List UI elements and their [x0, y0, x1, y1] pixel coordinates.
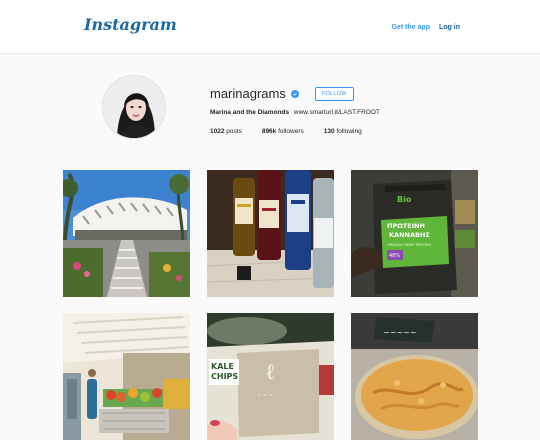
- post-tile-hemp-protein[interactable]: Bio ΠΡΩΤΕΙΝΗ ΚΑΝΝΑΒΗΣ ORGANIC HEMP PROTE…: [351, 170, 478, 297]
- kale-text-line2: CHIPS: [211, 372, 238, 381]
- bio: Marina and the Diamonds www.smarturl.it/…: [210, 109, 380, 116]
- modern-building-photo-icon: [63, 170, 190, 297]
- top-navigation-bar: Instagram Get the app Log in: [0, 0, 540, 54]
- pie-photo-icon: ~~~~~: [351, 313, 478, 440]
- posts-grid: Bio ΠΡΩΤΕΙΝΗ ΚΑΝΝΑΒΗΣ ORGANIC HEMP PROTE…: [63, 170, 478, 440]
- profile-info: marinagrams FOLLOW Marina and the Diamon…: [210, 86, 380, 135]
- bag-brand-text: Bio: [397, 195, 412, 204]
- followers-count-stat[interactable]: 896k followers: [262, 128, 304, 135]
- hemp-protein-bag-photo-icon: Bio ΠΡΩΤΕΙΝΗ ΚΑΝΝΑΒΗΣ ORGANIC HEMP PROTE…: [351, 170, 478, 297]
- get-the-app-link[interactable]: Get the app: [391, 24, 430, 31]
- bag-title-line2: ΚΑΝΝΑΒΗΣ: [389, 231, 430, 239]
- posts-count-stat: 1022 posts: [210, 128, 242, 135]
- full-name: Marina and the Diamonds: [210, 109, 290, 116]
- kale-chips-photo-icon: ℓ ~ ~ ~ KALE CHIPS: [207, 313, 334, 440]
- post-tile-kale-chips[interactable]: ℓ ~ ~ ~ KALE CHIPS: [207, 313, 334, 440]
- market-produce-photo-icon: [63, 313, 190, 440]
- svg-text:~ ~ ~: ~ ~ ~: [257, 393, 273, 399]
- post-tile-pie[interactable]: ~~~~~: [351, 313, 478, 440]
- posts-label: posts: [226, 128, 242, 135]
- login-link[interactable]: Log in: [439, 24, 460, 31]
- post-tile-bottles[interactable]: [207, 170, 334, 297]
- bag-title-line1: ΠΡΩΤΕΙΝΗ: [387, 222, 425, 230]
- verified-badge-icon: [290, 89, 299, 98]
- username-row: marinagrams FOLLOW: [210, 86, 380, 101]
- instagram-logo[interactable]: Instagram: [84, 15, 177, 34]
- kale-text-line1: KALE: [211, 362, 234, 371]
- following-count-stat[interactable]: 130 following: [324, 128, 362, 135]
- posts-count: 1022: [210, 128, 225, 135]
- profile-stats: 1022 posts 896k followers 130 following: [210, 128, 380, 135]
- followers-label: followers: [278, 128, 304, 135]
- followers-count: 896k: [261, 128, 277, 135]
- profile-avatar: [102, 75, 166, 139]
- svg-text:~~~~~: ~~~~~: [383, 328, 417, 337]
- bag-subtitle: ORGANIC HEMP PROTEIN: [387, 243, 431, 247]
- following-label: following: [336, 128, 362, 135]
- profile-website-link[interactable]: www.smarturl.it/LAST.FROOT: [294, 109, 380, 116]
- post-tile-market[interactable]: [63, 313, 190, 440]
- bottles-photo-icon: [207, 170, 334, 297]
- post-tile-building[interactable]: [63, 170, 190, 297]
- follow-button[interactable]: FOLLOW: [314, 86, 354, 101]
- username: marinagrams: [210, 86, 286, 101]
- following-count: 130: [323, 128, 335, 135]
- header-links: Get the app Log in: [391, 24, 460, 31]
- bag-badge: 48%: [389, 253, 400, 259]
- svg-text:ℓ: ℓ: [265, 360, 276, 385]
